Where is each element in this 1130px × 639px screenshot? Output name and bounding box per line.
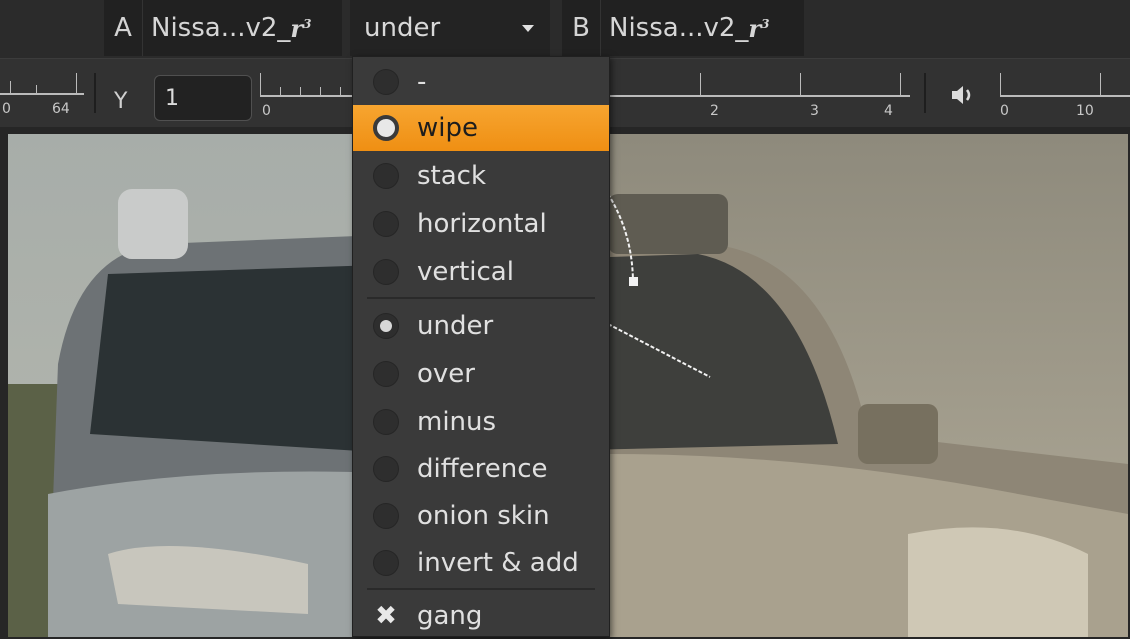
menu-item-minus[interactable]: minus xyxy=(353,399,609,445)
radio-icon xyxy=(373,503,399,529)
input-b-label: B xyxy=(562,0,600,56)
menu-item-none[interactable]: - xyxy=(353,59,609,105)
ruler-tick xyxy=(280,87,281,95)
menu-item-label: onion skin xyxy=(417,501,550,531)
left-tick-label: 64 xyxy=(52,101,70,117)
menu-item-onion-skin[interactable]: onion skin xyxy=(353,493,609,539)
input-b-name: Nissa...v2_ xyxy=(609,13,749,43)
input-a-mark: r3 xyxy=(290,13,312,43)
ruler-tick xyxy=(300,87,301,95)
composite-mode-dropdown[interactable]: under xyxy=(350,0,550,56)
radio-icon xyxy=(373,211,399,237)
ruler-tick xyxy=(320,87,321,95)
menu-item-label: under xyxy=(417,311,494,341)
menu-item-difference[interactable]: difference xyxy=(353,446,609,492)
menu-item-label: - xyxy=(417,67,427,97)
audio-tick-label: 10 xyxy=(1076,103,1094,119)
menu-item-vertical[interactable]: vertical xyxy=(353,249,609,295)
composite-mode-value: under xyxy=(364,13,441,43)
ruler-tick-label: 3 xyxy=(810,103,819,119)
left-tick-label: 0 xyxy=(2,101,11,117)
menu-item-label: vertical xyxy=(417,257,514,287)
ruler-tick xyxy=(700,73,701,95)
input-a-select[interactable]: Nissa...v2_ r3 xyxy=(142,0,342,56)
speaker-icon[interactable] xyxy=(950,83,976,107)
radio-icon xyxy=(373,409,399,435)
radio-checked-icon xyxy=(373,313,399,339)
ruler-tick xyxy=(76,73,77,93)
ruler-tick xyxy=(10,81,11,93)
radio-icon xyxy=(373,456,399,482)
menu-separator xyxy=(367,588,595,590)
y-input[interactable] xyxy=(154,75,252,121)
menu-item-horizontal[interactable]: horizontal xyxy=(353,201,609,247)
menu-item-label: invert & add xyxy=(417,548,579,578)
ruler-tick-label: 0 xyxy=(262,103,271,119)
menu-item-label: gang xyxy=(417,601,483,631)
input-a-name: Nissa...v2_ xyxy=(151,13,291,43)
composite-mode-menu: - wipe stack horizontal vertical under o… xyxy=(352,56,610,637)
radio-icon xyxy=(373,259,399,285)
input-b-select[interactable]: Nissa...v2_ r3 xyxy=(600,0,804,56)
toolbar-divider xyxy=(924,73,926,113)
menu-item-label: over xyxy=(417,359,475,389)
toolbar-divider xyxy=(94,73,96,113)
ruler-tick xyxy=(800,73,801,95)
menu-item-invert-add[interactable]: invert & add xyxy=(353,540,609,586)
radio-icon xyxy=(373,361,399,387)
menu-item-wipe[interactable]: wipe xyxy=(353,105,609,151)
chevron-down-icon xyxy=(522,25,534,32)
radio-icon xyxy=(373,115,399,141)
ruler-tick xyxy=(260,73,261,95)
audio-tick-label: 0 xyxy=(1000,103,1009,119)
menu-item-label: minus xyxy=(417,407,497,437)
menu-item-over[interactable]: over xyxy=(353,351,609,397)
y-label: Y xyxy=(114,89,128,114)
ruler-tick-label: 4 xyxy=(884,103,893,119)
ruler-tick-label: 2 xyxy=(710,103,719,119)
menu-item-stack[interactable]: stack xyxy=(353,153,609,199)
menu-item-label: horizontal xyxy=(417,209,547,239)
menu-separator xyxy=(367,297,595,299)
left-ruler[interactable] xyxy=(0,93,84,95)
input-b-mark: r3 xyxy=(748,13,770,43)
input-a-label: A xyxy=(104,0,142,56)
radio-icon xyxy=(373,163,399,189)
close-x-icon: ✖ xyxy=(375,601,397,631)
ruler-tick xyxy=(36,85,37,93)
radio-icon xyxy=(373,550,399,576)
radio-icon xyxy=(373,69,399,95)
ruler-tick xyxy=(1100,73,1101,95)
ruler-tick xyxy=(900,73,901,95)
menu-item-gang[interactable]: ✖ gang xyxy=(353,593,609,639)
menu-item-label: stack xyxy=(417,161,487,191)
ruler-tick xyxy=(340,87,341,95)
menu-item-label: difference xyxy=(417,454,548,484)
viewer-input-bar: A Nissa...v2_ r3 under B Nissa...v2_ r3 xyxy=(0,0,1130,58)
ruler-tick xyxy=(1000,73,1001,95)
menu-item-under[interactable]: under xyxy=(353,303,609,349)
menu-item-label: wipe xyxy=(417,113,478,143)
audio-ruler[interactable] xyxy=(1000,95,1130,97)
